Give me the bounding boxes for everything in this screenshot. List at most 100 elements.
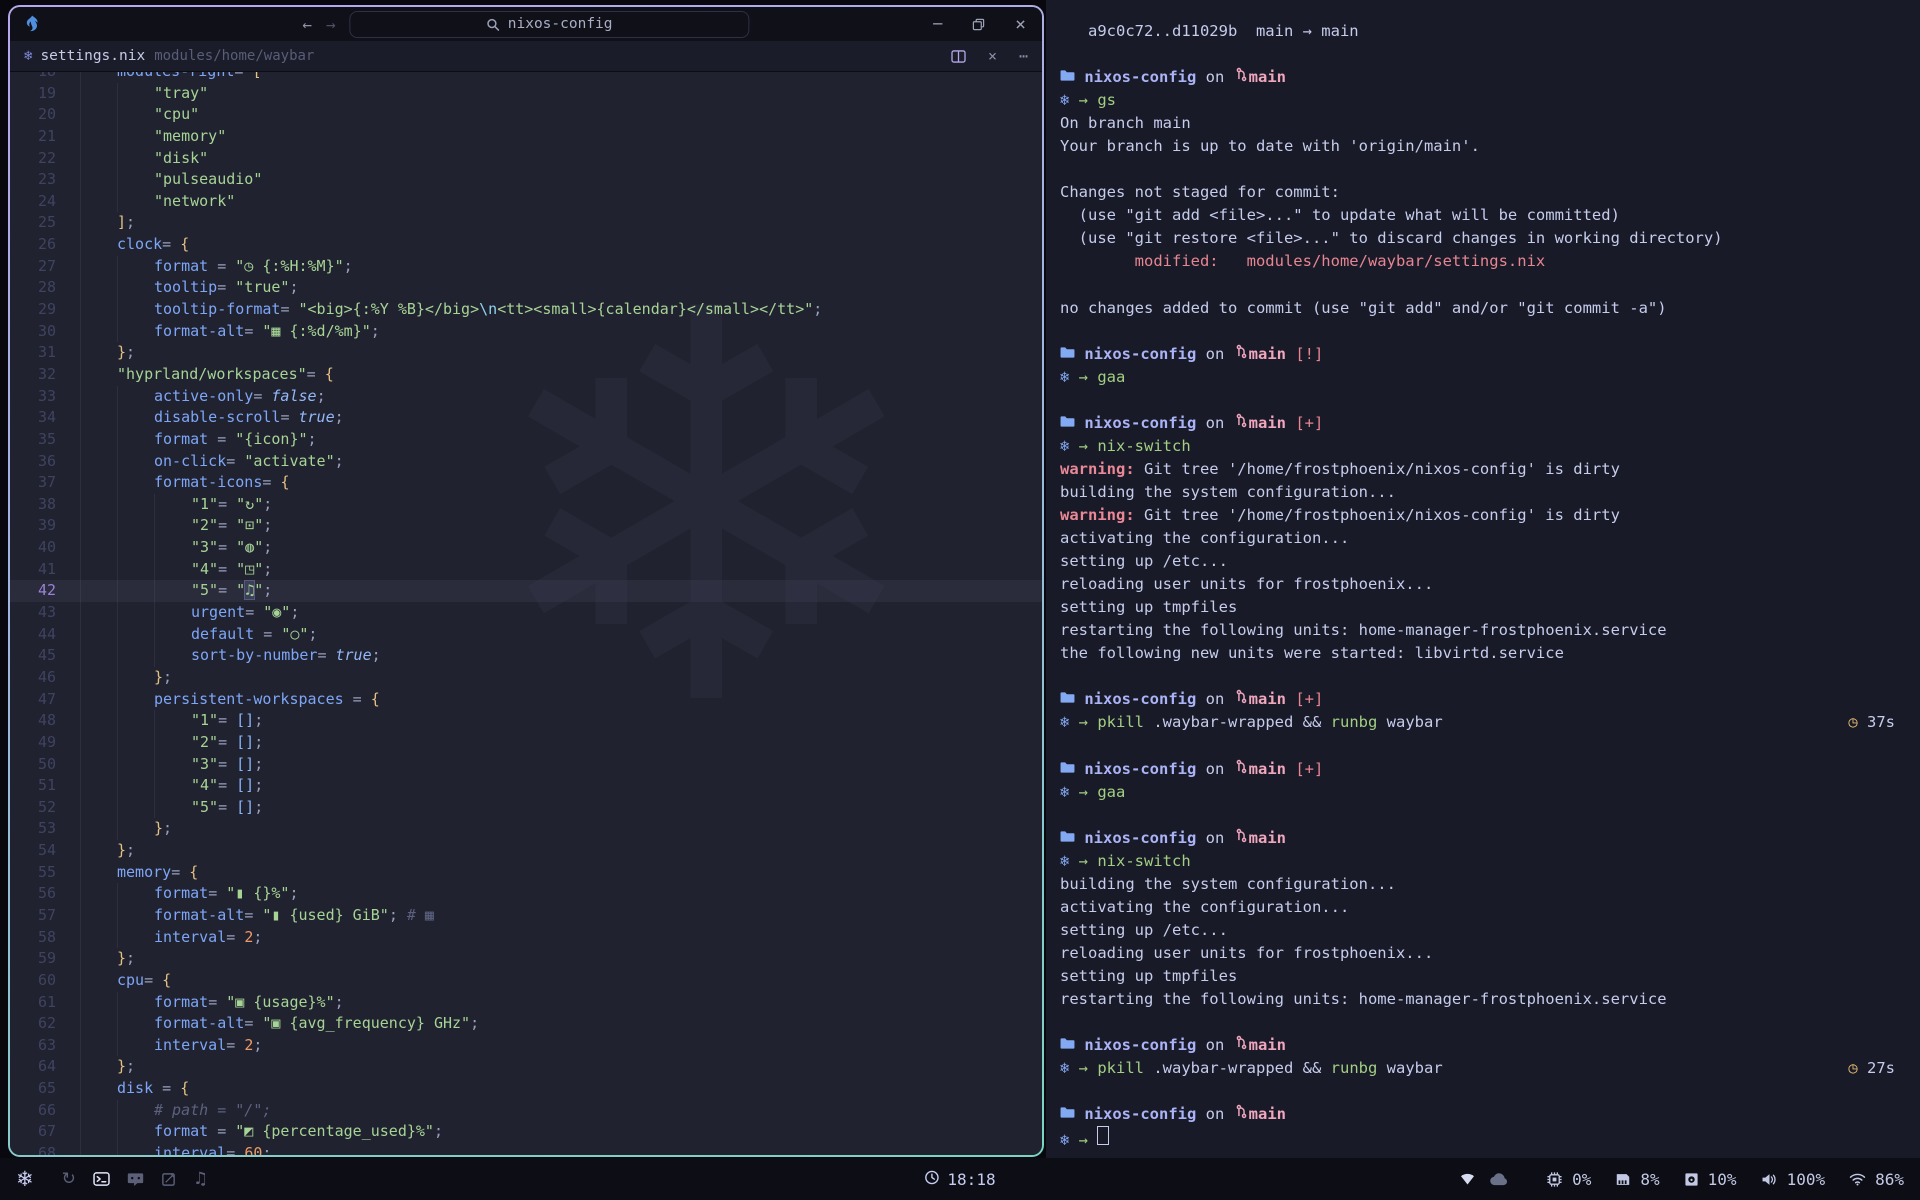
line-number: 20 [10, 104, 56, 126]
indent-guide [80, 797, 117, 819]
code-line-62[interactable]: 62format-alt= "▣ {avg_frequency} GHz"; [10, 1013, 1042, 1035]
network-tray-icon[interactable] [1460, 1173, 1475, 1185]
search-icon [487, 18, 500, 31]
nix-logo-icon[interactable]: ❄ [16, 1167, 34, 1191]
indent-guide [80, 992, 117, 1014]
code-line-43[interactable]: 43urgent= "◉"; [10, 602, 1042, 624]
code-line-32[interactable]: 32"hyprland/workspaces"= { [10, 364, 1042, 386]
cloud-tray-icon[interactable] [1489, 1173, 1508, 1186]
tab-close-button[interactable]: × [988, 47, 997, 65]
terminal-line: modified: modules/home/waybar/settings.n… [1060, 250, 1895, 273]
workspace-5[interactable]: ♫ [193, 1169, 208, 1189]
titlebar-nav: ← → nixos-config [302, 7, 749, 41]
indent-guide [80, 386, 117, 408]
code-line-24[interactable]: 24"network" [10, 191, 1042, 213]
code-line-19[interactable]: 19"tray" [10, 83, 1042, 105]
code-text: "3"= "◍"; [80, 537, 272, 559]
clock-module[interactable]: 18:18 [924, 1170, 995, 1189]
code-line-54[interactable]: 54}; [10, 840, 1042, 862]
code-line-66[interactable]: 66# path = "/"; [10, 1100, 1042, 1122]
indent-guide [117, 689, 154, 711]
code-line-48[interactable]: 48"1"= []; [10, 710, 1042, 732]
cpu-module[interactable]: 0% [1546, 1170, 1591, 1189]
close-button[interactable]: × [1015, 14, 1026, 35]
code-line-65[interactable]: 65disk = { [10, 1078, 1042, 1100]
code-line-53[interactable]: 53}; [10, 818, 1042, 840]
code-text: sort-by-number= true; [80, 645, 381, 667]
code-line-39[interactable]: 39"2"= "⊡"; [10, 515, 1042, 537]
workspace-4[interactable] [161, 1172, 176, 1187]
code-line-45[interactable]: 45sort-by-number= true; [10, 645, 1042, 667]
indent-guide [154, 537, 191, 559]
code-line-55[interactable]: 55memory= { [10, 862, 1042, 884]
line-number: 36 [10, 451, 56, 473]
split-pane-button[interactable] [951, 50, 966, 63]
code-line-31[interactable]: 31}; [10, 342, 1042, 364]
indent-guide [80, 624, 117, 646]
terminal-window[interactable]: a9c0c72..d11029b main → main nixos-confi… [1046, 0, 1920, 1158]
network-module[interactable]: 86% [1849, 1170, 1904, 1189]
code-line-18[interactable]: 18modules-right= [ [10, 72, 1042, 83]
code-text: format= "▣ {usage}%"; [80, 992, 344, 1014]
memory-module[interactable]: 8% [1615, 1170, 1659, 1189]
code-line-67[interactable]: 67format = "◩ {percentage_used}%"; [10, 1121, 1042, 1143]
code-line-40[interactable]: 40"3"= "◍"; [10, 537, 1042, 559]
code-line-20[interactable]: 20"cpu" [10, 104, 1042, 126]
line-number: 30 [10, 321, 56, 343]
code-line-46[interactable]: 46}; [10, 667, 1042, 689]
code-line-34[interactable]: 34disable-scroll= true; [10, 407, 1042, 429]
code-line-35[interactable]: 35format = "{icon}"; [10, 429, 1042, 451]
code-line-22[interactable]: 22"disk" [10, 148, 1042, 170]
line-number: 52 [10, 797, 56, 819]
workspace-1[interactable]: ↻ [62, 1169, 76, 1189]
line-number: 41 [10, 559, 56, 581]
indent-guide [117, 104, 154, 126]
code-line-30[interactable]: 30format-alt= "▦ {:%d/%m}"; [10, 321, 1042, 343]
code-line-44[interactable]: 44default = "○"; [10, 624, 1042, 646]
code-line-58[interactable]: 58interval= 2; [10, 927, 1042, 949]
tab-filename[interactable]: settings.nix [40, 48, 145, 64]
code-line-23[interactable]: 23"pulseaudio" [10, 169, 1042, 191]
project-search[interactable]: nixos-config [350, 11, 750, 38]
code-line-29[interactable]: 29tooltip-format= "<big>{:%Y %B}</big>\n… [10, 299, 1042, 321]
terminal-line [1060, 1080, 1895, 1103]
minimize-button[interactable]: ─ [933, 15, 942, 33]
code-line-42[interactable]: 42"5"= "♫"; [10, 580, 1042, 602]
maximize-button[interactable] [972, 18, 985, 31]
code-line-63[interactable]: 63interval= 2; [10, 1035, 1042, 1057]
forward-button[interactable]: → [326, 15, 336, 34]
code-line-57[interactable]: 57format-alt= "▮ {used} GiB"; # ▦ [10, 905, 1042, 927]
indent-guide [154, 515, 191, 537]
code-line-26[interactable]: 26clock= { [10, 234, 1042, 256]
code-line-50[interactable]: 50"3"= []; [10, 754, 1042, 776]
code-line-64[interactable]: 64}; [10, 1056, 1042, 1078]
disk-module[interactable]: 10% [1684, 1170, 1737, 1189]
code-line-56[interactable]: 56format= "▮ {}%"; [10, 883, 1042, 905]
code-line-52[interactable]: 52"5"= []; [10, 797, 1042, 819]
code-line-68[interactable]: 68interval= 60; [10, 1143, 1042, 1155]
code-text: }; [80, 948, 135, 970]
workspace-2-active[interactable] [93, 1172, 110, 1186]
code-line-33[interactable]: 33active-only= false; [10, 386, 1042, 408]
code-line-41[interactable]: 41"4"= "◳"; [10, 559, 1042, 581]
code-line-25[interactable]: 25]; [10, 212, 1042, 234]
code-line-49[interactable]: 49"2"= []; [10, 732, 1042, 754]
code-line-28[interactable]: 28tooltip= "true"; [10, 277, 1042, 299]
code-line-27[interactable]: 27format = "◷ {:%H:%M}"; [10, 256, 1042, 278]
branch-icon [1236, 67, 1247, 82]
snow-icon: ❄ [1060, 89, 1069, 112]
more-options-button[interactable]: ⋯ [1019, 47, 1028, 65]
code-line-37[interactable]: 37format-icons= { [10, 472, 1042, 494]
code-line-60[interactable]: 60cpu= { [10, 970, 1042, 992]
code-line-61[interactable]: 61format= "▣ {usage}%"; [10, 992, 1042, 1014]
volume-module[interactable]: 100% [1761, 1170, 1826, 1189]
code-editor[interactable]: ❄ 18modules-right= [19"tray"20"cpu"21"me… [10, 72, 1042, 1155]
workspace-3[interactable] [127, 1172, 144, 1187]
code-line-38[interactable]: 38"1"= "↻"; [10, 494, 1042, 516]
code-line-21[interactable]: 21"memory" [10, 126, 1042, 148]
code-line-36[interactable]: 36on-click= "activate"; [10, 451, 1042, 473]
back-button[interactable]: ← [302, 15, 312, 34]
code-line-47[interactable]: 47persistent-workspaces = { [10, 689, 1042, 711]
code-line-51[interactable]: 51"4"= []; [10, 775, 1042, 797]
code-line-59[interactable]: 59}; [10, 948, 1042, 970]
